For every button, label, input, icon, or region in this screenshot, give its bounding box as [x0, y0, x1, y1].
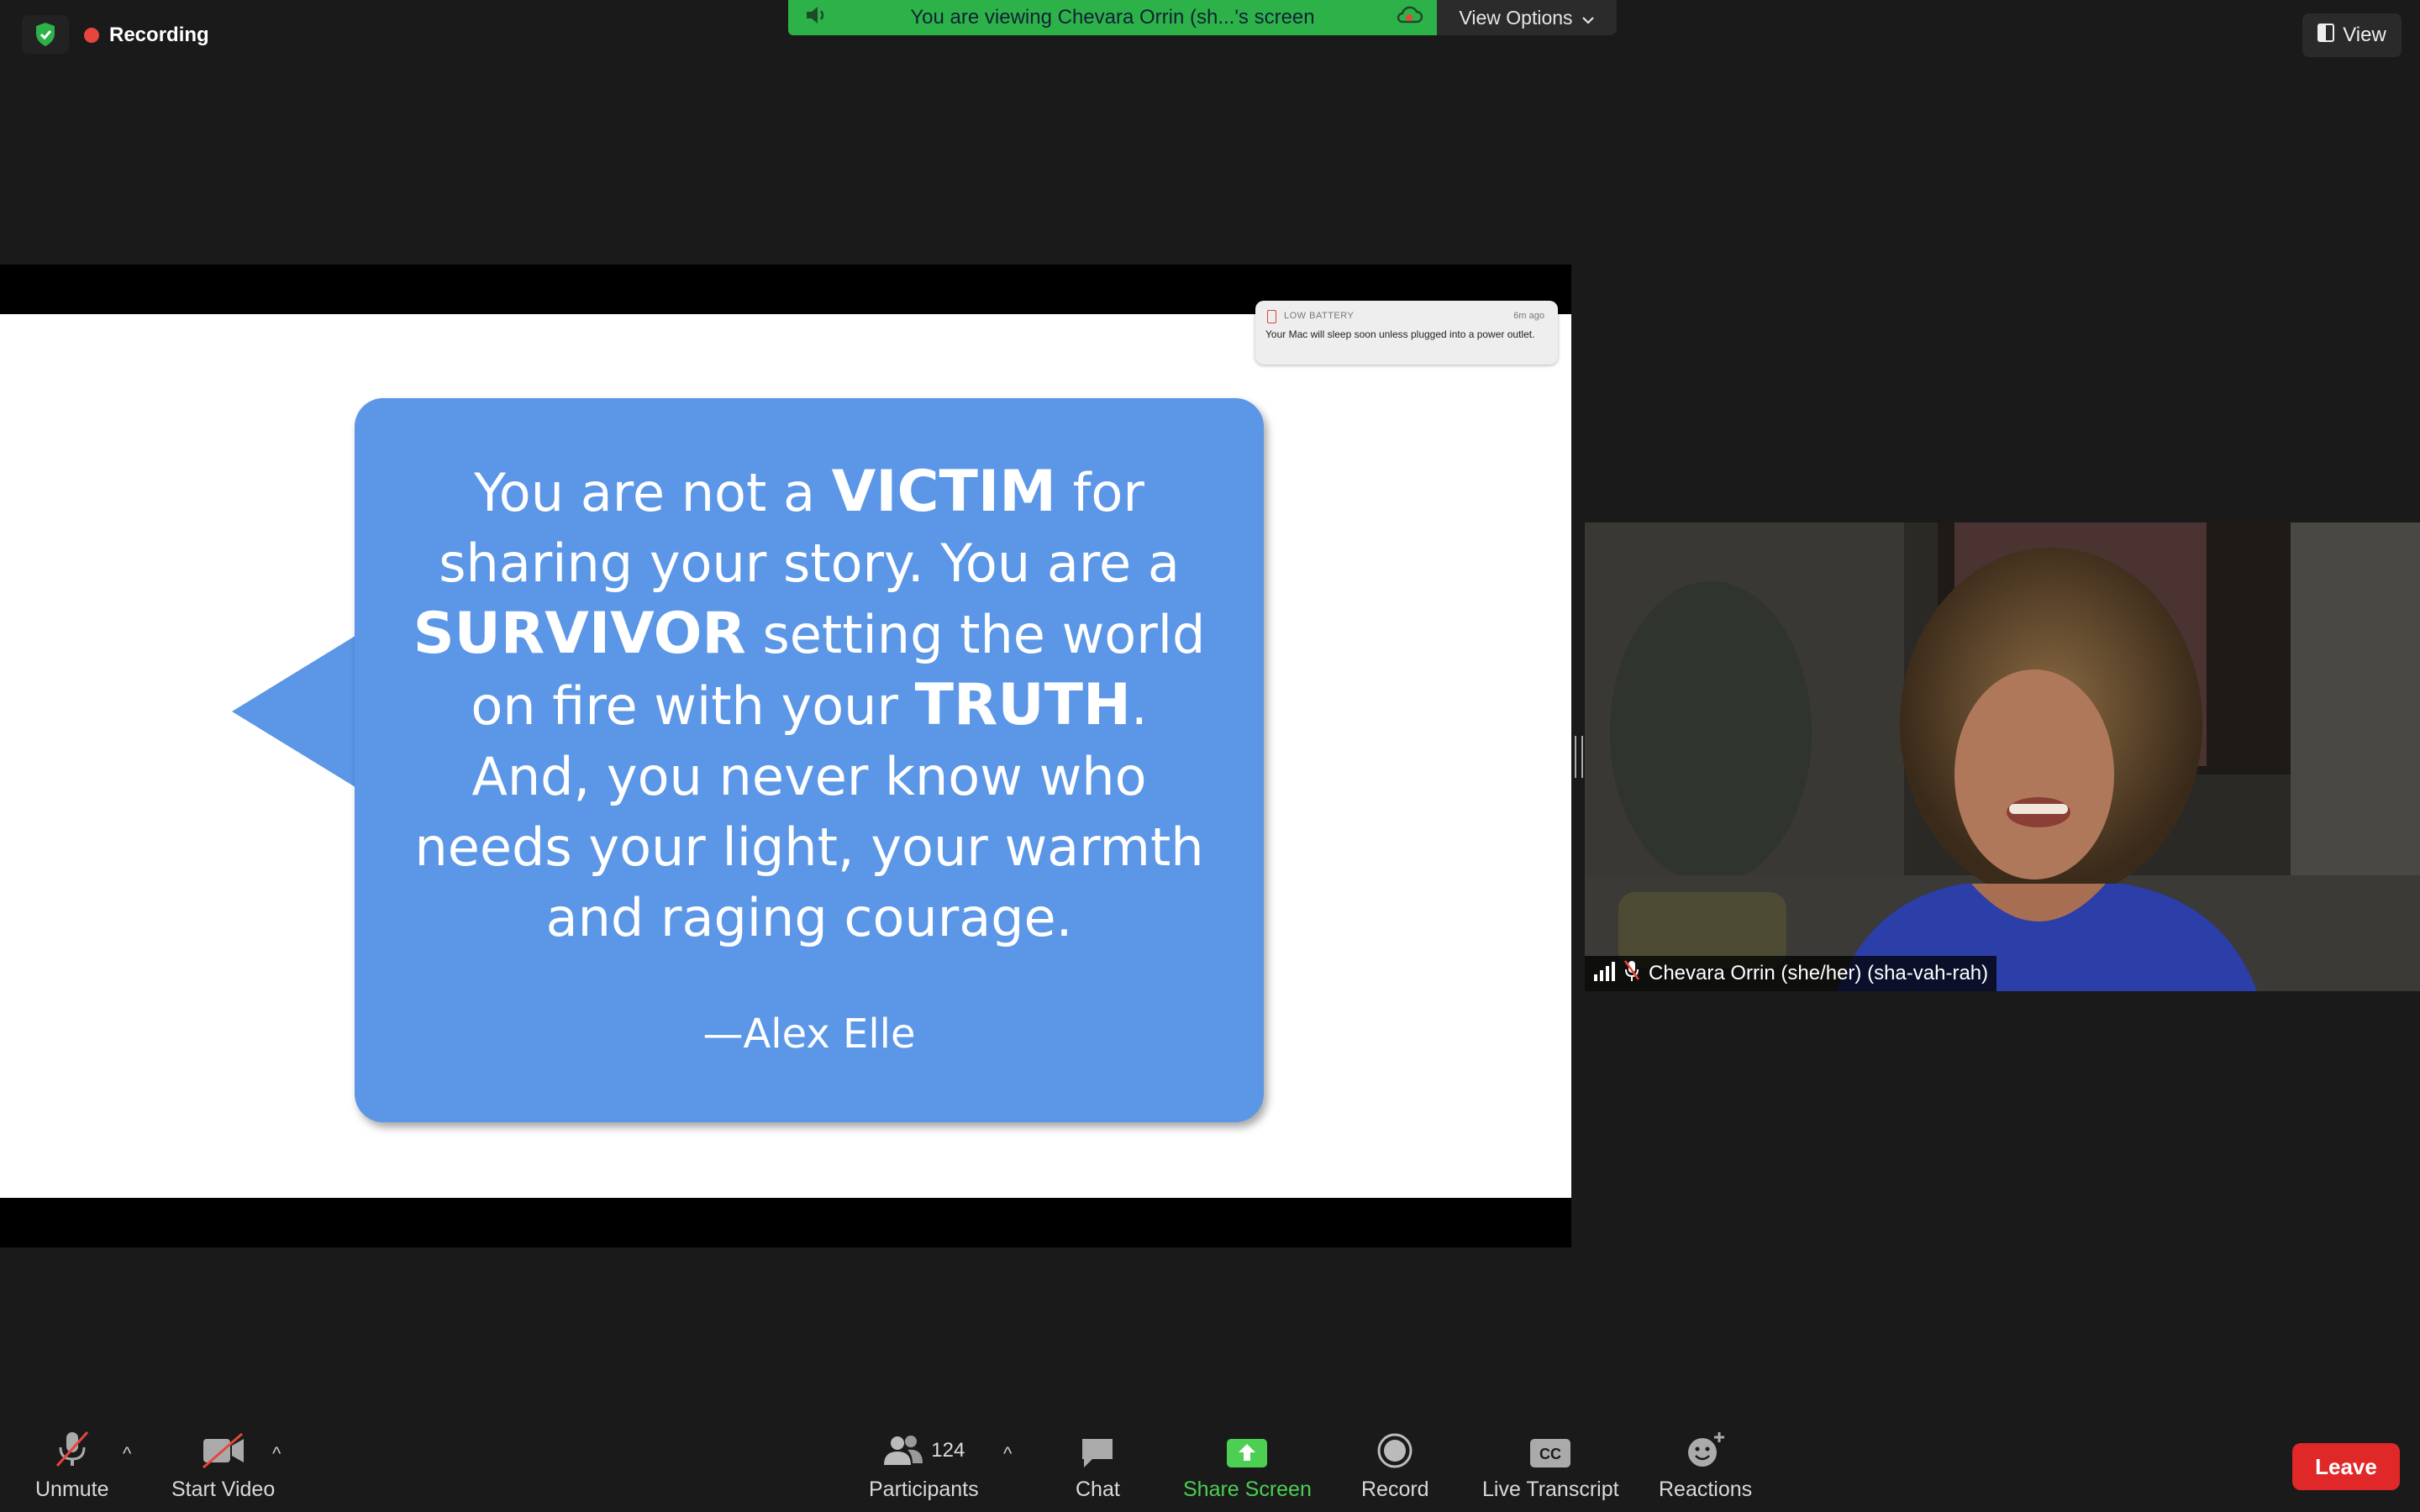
unmute-label: Unmute [35, 1478, 109, 1501]
participants-icon [884, 1436, 923, 1465]
participants-button[interactable]: 124 Participants [869, 1432, 979, 1502]
reactions-button[interactable]: Reactions [1659, 1432, 1752, 1502]
audio-options-caret-icon[interactable]: ^ [123, 1443, 131, 1465]
share-screen-button[interactable]: Share Screen [1183, 1432, 1312, 1502]
reactions-label: Reactions [1659, 1478, 1753, 1501]
video-frame-image [1585, 522, 2420, 991]
muted-mic-icon [52, 1431, 92, 1469]
quote-emphasis-truth: TRUTH [914, 672, 1131, 738]
recording-label: Recording [109, 24, 209, 46]
low-battery-notification[interactable]: LOW BATTERY 6m ago Your Mac will sleep s… [1255, 301, 1558, 365]
banner-text: You are viewing Chevara Orrin (sh...'s s… [910, 6, 1315, 29]
quote-author: —Alex Elle [702, 1011, 916, 1058]
record-button[interactable]: Record [1361, 1432, 1429, 1502]
record-icon [1376, 1432, 1413, 1469]
participant-name-tag: Chevara Orrin (she/her) (sha-vah-rah) [1585, 956, 1997, 991]
participants-options-caret-icon[interactable]: ^ [1003, 1443, 1012, 1465]
quote-emphasis-survivor: SURVIVOR [413, 601, 746, 667]
video-options-caret-icon[interactable]: ^ [272, 1443, 281, 1465]
quote-emphasis-victim: VICTIM [831, 459, 1056, 525]
notification-app: LOW BATTERY [1284, 311, 1355, 321]
battery-icon [1267, 310, 1276, 323]
chat-icon [1079, 1432, 1116, 1469]
view-options-button[interactable]: View Options [1437, 0, 1617, 35]
speech-bubble-tail [232, 634, 358, 789]
closed-caption-icon: CC [1529, 1432, 1571, 1469]
participant-video[interactable] [1585, 522, 2420, 991]
svg-text:CC: CC [1539, 1446, 1561, 1462]
view-button[interactable]: View [2302, 13, 2402, 57]
participants-icon-group: 124 [882, 1432, 965, 1469]
unmute-button[interactable]: Unmute [35, 1431, 109, 1502]
quote-text: You are not a VICTIM for sharing your st… [406, 457, 1213, 953]
chevron-down-icon [1581, 7, 1595, 29]
live-transcript-label: Live Transcript [1482, 1478, 1619, 1501]
recording-indicator[interactable]: Recording [84, 18, 209, 52]
chat-label: Chat [1076, 1478, 1120, 1501]
view-options-label: View Options [1459, 6, 1573, 29]
reactions-smiley-icon [1686, 1432, 1726, 1469]
view-label: View [2343, 24, 2386, 46]
record-label: Record [1361, 1478, 1429, 1501]
leave-label: Leave [2315, 1453, 2377, 1479]
participants-label: Participants [869, 1478, 979, 1501]
view-layout-icon [2317, 23, 2335, 48]
quote-speech-bubble: You are not a VICTIM for sharing your st… [355, 398, 1264, 1122]
notification-message: Your Mac will sleep soon unless plugged … [1265, 328, 1535, 340]
signal-strength-icon [1593, 961, 1615, 987]
share-screen-label: Share Screen [1183, 1478, 1312, 1501]
participant-name: Chevara Orrin (she/her) (sha-vah-rah) [1649, 962, 1989, 984]
cloud-icon [1395, 5, 1423, 31]
share-screen-icon [1226, 1432, 1268, 1469]
video-off-icon [200, 1432, 247, 1469]
speaker-icon [805, 5, 830, 31]
start-video-label: Start Video [171, 1478, 276, 1501]
recording-dot-icon [84, 28, 99, 43]
leave-button[interactable]: Leave [2292, 1443, 2400, 1490]
chat-button[interactable]: Chat [1076, 1432, 1120, 1502]
security-shield-icon[interactable] [22, 15, 69, 54]
start-video-button[interactable]: Start Video [171, 1432, 275, 1502]
quote-part: You are not a [474, 462, 832, 523]
resize-handle[interactable] [1575, 736, 1583, 778]
screen-share-banner: You are viewing Chevara Orrin (sh...'s s… [788, 0, 1437, 35]
participants-count: 124 [931, 1439, 965, 1462]
notification-time: 6m ago [1513, 311, 1544, 321]
muted-mic-icon [1623, 959, 1640, 989]
live-transcript-button[interactable]: CC Live Transcript [1482, 1432, 1619, 1502]
